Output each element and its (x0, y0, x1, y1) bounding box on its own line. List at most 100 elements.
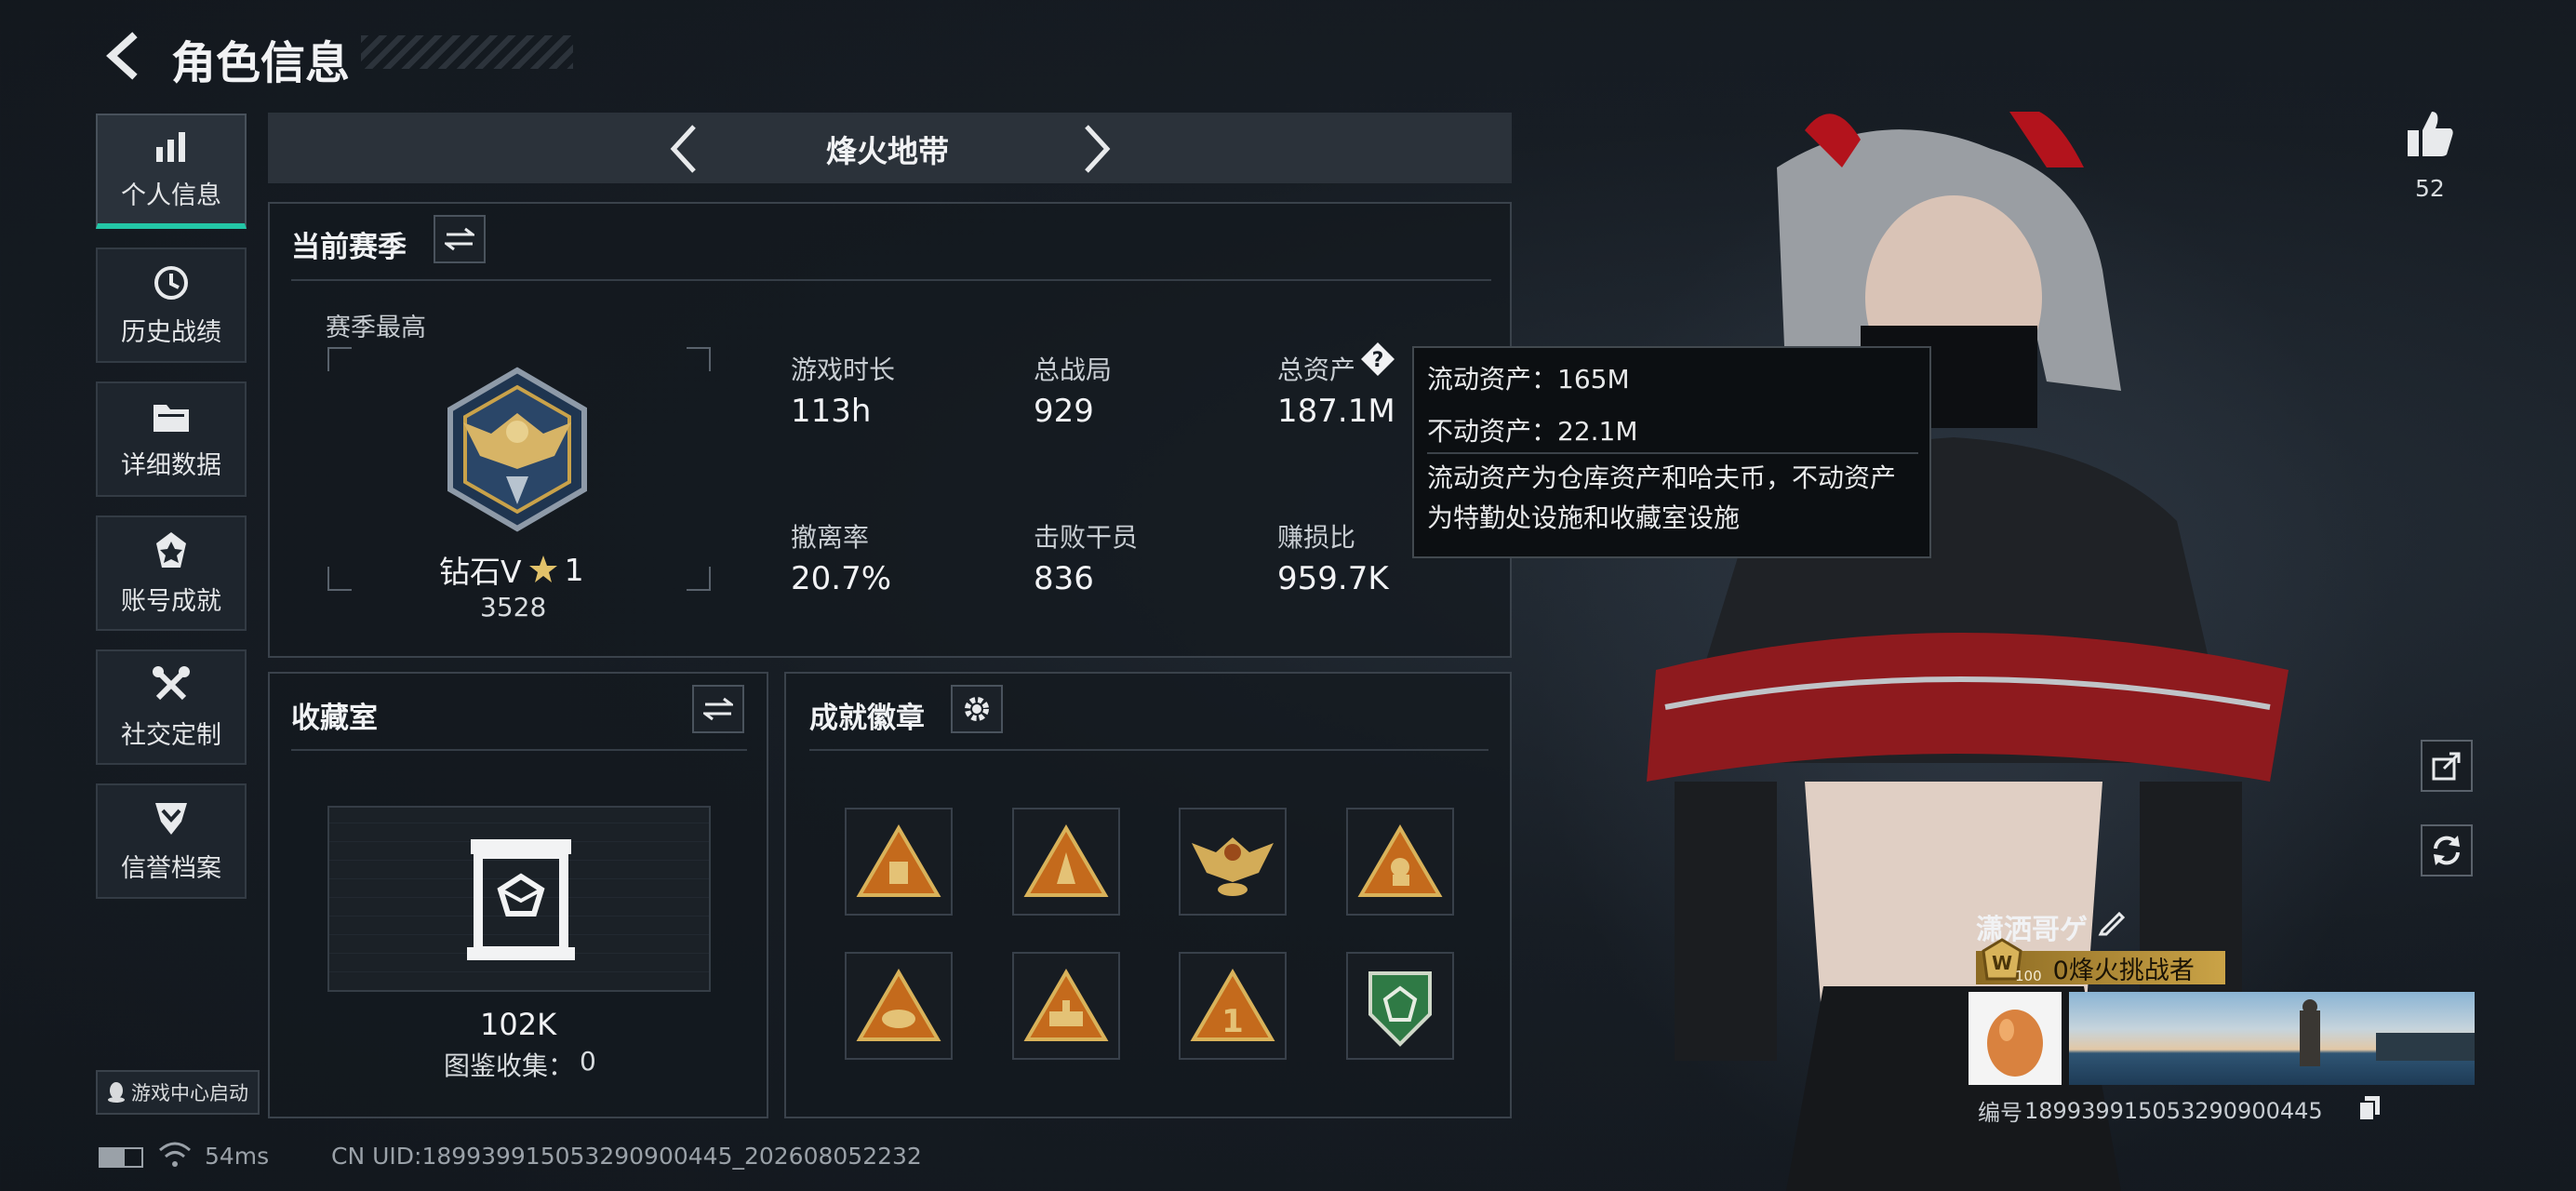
season-best-label: 赛季最高 (326, 314, 426, 342)
achievements-title: 成就徽章 (809, 702, 925, 735)
achievement-badge-5[interactable] (845, 952, 953, 1060)
refresh-icon (2434, 836, 2460, 865)
sidebar-item-credit[interactable]: 信誉档案 (96, 783, 247, 899)
back-arrow-icon (106, 32, 138, 80)
player-id-value: 1899399150532909004​45 (2024, 1097, 2323, 1124)
tooltip-desc-line1: 流动资产为仓库资产和哈夫币，不动资产 (1427, 462, 1897, 494)
collection-title: 收藏室 (291, 702, 378, 735)
game-center-launch-button[interactable]: 游戏中心启动 (96, 1070, 260, 1115)
sidebar-item-label: 账号成就 (121, 586, 221, 616)
tooltip-desc-line2: 为特勤处设施和收藏室设施 (1427, 502, 1741, 533)
copy-icon (2358, 1096, 2380, 1121)
bar-chart-icon (156, 131, 185, 162)
mode-next-button[interactable] (1075, 121, 1116, 177)
rank-emblem-icon (432, 365, 603, 536)
profile-banner[interactable] (2069, 992, 2475, 1085)
green-shield-badge-icon (1368, 971, 1432, 1047)
share-icon (2432, 752, 2461, 781)
stat-label-playtime: 游戏时长 (791, 355, 896, 385)
collection-value: 102K (480, 1007, 557, 1042)
codex-value: 0 (580, 1046, 596, 1077)
triangle-badge-icon (1023, 969, 1109, 1041)
refresh-button[interactable] (2421, 824, 2473, 877)
mode-prev-button[interactable] (664, 121, 705, 177)
question-icon: ? (1361, 342, 1395, 376)
wifi-icon (158, 1141, 192, 1172)
achievements-settings-button[interactable] (951, 685, 1003, 733)
mode-label: 烽火地带 (826, 133, 949, 169)
triangle-badge-icon (856, 969, 941, 1041)
swap-icon (445, 227, 474, 251)
stat-label-extract-rate: 撤离率 (791, 522, 870, 553)
sidebar-item-label: 社交定制 (121, 720, 221, 750)
stat-value-total-assets: 187.1M (1277, 393, 1395, 430)
rank-name: 钻石V (439, 554, 522, 590)
stat-value-kills: 836 (1034, 560, 1094, 597)
rank-stars: 1 (564, 551, 584, 588)
stat-value-playtime: 113h (791, 393, 872, 430)
tooltip-fixed-assets: 不动资产：22.1M (1427, 416, 1638, 448)
like-button[interactable] (2404, 108, 2456, 160)
season-switch-button[interactable] (434, 215, 486, 263)
title-badge: W 100 0烽火挑战者 (1976, 938, 2225, 985)
svg-text:W: W (1992, 952, 2012, 974)
stat-label-profit-ratio: 赚损比 (1277, 522, 1356, 553)
chevron-left-icon (670, 125, 696, 173)
title-badge-label: 0烽火挑战者 (2052, 956, 2195, 985)
player-id-label: 编号 (1978, 1100, 2022, 1126)
avatar[interactable] (1969, 992, 2062, 1085)
sidebar-item-history[interactable]: 历史战绩 (96, 248, 247, 363)
stat-label-matches: 总战局 (1034, 355, 1113, 385)
stat-value-extract-rate: 20.7% (791, 560, 892, 597)
shield-icon (155, 802, 187, 835)
copy-id-button[interactable] (2357, 1094, 2382, 1122)
sidebar-item-achievements[interactable]: 账号成就 (96, 515, 247, 631)
assets-help-button[interactable]: ? (1359, 341, 1396, 378)
qq-icon (108, 1082, 125, 1103)
stat-label-total-assets: 总资产 (1277, 355, 1356, 385)
banner-figure-icon (2300, 999, 2475, 1066)
sidebar-item-social[interactable]: 社交定制 (96, 649, 247, 765)
stat-value-matches: 929 (1034, 393, 1094, 430)
sidebar-item-label: 个人信息 (121, 181, 221, 210)
triangle-badge-icon (1023, 824, 1109, 897)
edit-name-button[interactable] (2097, 906, 2129, 938)
achievement-badge-6[interactable] (1012, 952, 1120, 1060)
sidebar-item-personal-info[interactable]: 个人信息 (96, 114, 247, 229)
assets-tooltip: 流动资产：165M 不动资产：22.1M 流动资产为仓库资产和哈夫币，不动资产 … (1412, 346, 1931, 558)
achievement-badge-4[interactable] (1346, 808, 1454, 916)
page-title: 角色信息 (171, 37, 351, 89)
stat-value-profit-ratio: 959.7K (1277, 560, 1389, 597)
gear-icon (965, 697, 989, 721)
uid-text: CN UID:189939915053290900445_20260805223… (331, 1143, 922, 1170)
battery-icon (99, 1147, 143, 1168)
codex-row: 图鉴收集： 0 (444, 1046, 596, 1083)
collection-divider (291, 749, 747, 751)
rank-score: 3528 (480, 592, 547, 622)
showcase-icon (465, 836, 577, 962)
back-button[interactable] (99, 32, 147, 80)
achievement-icon (156, 531, 186, 568)
svg-text:?: ? (1372, 349, 1384, 372)
collection-switch-button[interactable] (692, 685, 744, 733)
triangle-badge-icon (856, 824, 941, 897)
season-divider (291, 279, 1491, 281)
folder-icon (153, 404, 189, 432)
game-center-label: 游戏中心启动 (131, 1082, 248, 1104)
achievement-badge-7[interactable]: 1 (1179, 952, 1287, 1060)
chevron-right-icon (1085, 125, 1111, 173)
sidebar-item-detailed-data[interactable]: 详细数据 (96, 381, 247, 497)
season-title: 当前赛季 (291, 231, 407, 264)
achievement-badge-8[interactable] (1346, 952, 1454, 1060)
player-level: 100 (2015, 968, 2042, 984)
rank-name-row: 钻石V 1 (439, 547, 584, 592)
sidebar-item-label: 详细数据 (121, 450, 221, 480)
tools-icon (153, 665, 190, 700)
sidebar-item-label: 信誉档案 (121, 853, 221, 883)
achievement-badge-1[interactable] (845, 808, 953, 916)
achievement-badge-2[interactable] (1012, 808, 1120, 916)
share-button[interactable] (2421, 740, 2473, 792)
tooltip-divider (1427, 452, 1918, 454)
history-icon (154, 265, 188, 300)
achievement-badge-3[interactable] (1179, 808, 1287, 916)
